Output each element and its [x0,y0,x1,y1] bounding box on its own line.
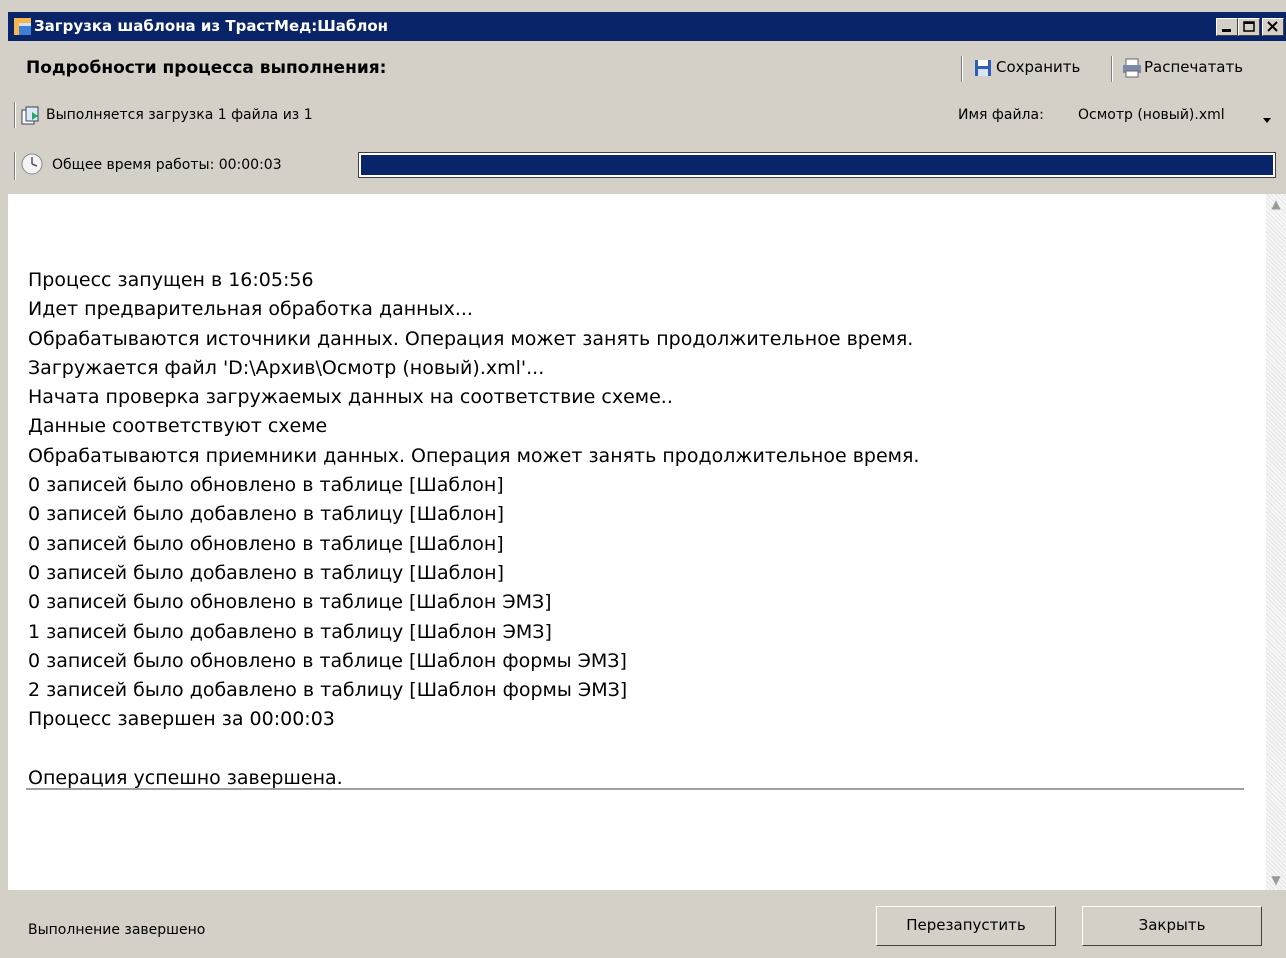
title-bar[interactable]: Загрузка шаблона из ТрастМед:Шаблон [8,12,1286,41]
clock-icon [20,152,44,180]
log-line: Процесс завершен за 00:00:03 [28,708,335,731]
progress-bar [358,152,1276,178]
close-window-button[interactable] [1262,18,1284,36]
elapsed-time-row: Общее время работы: 00:00:03 [8,146,1286,186]
floppy-disk-icon [974,59,992,81]
print-label: Распечатать [1144,58,1244,76]
row-grip [14,102,16,128]
header-toolbar: Подробности процесса выполнения: Сохрани… [8,48,1286,86]
elapsed-time-text: Общее время работы: 00:00:03 [52,157,282,173]
app-window-icon [14,18,31,35]
minimize-button[interactable] [1216,18,1238,36]
file-name-label: Имя файла: [958,107,1044,123]
log-line: 0 записей было обновлено в таблице [Шабл… [28,532,504,555]
progress-bar-fill [361,155,1273,175]
log-line: 2 записей было добавлено в таблицу [Шабл… [28,679,628,702]
maximize-icon [1243,21,1255,32]
log-line: Начата проверка загружаемых данных на со… [28,386,673,409]
restart-button[interactable]: Перезапустить [876,906,1056,946]
close-button[interactable]: Закрыть [1082,906,1262,946]
printer-icon [1122,58,1142,82]
loading-info-row: Выполняется загрузка 1 файла из 1 Имя фа… [8,100,1286,130]
log-divider [26,788,1244,790]
log-output-panel[interactable]: Процесс запущен в 16:05:56 Идет предварит… [8,194,1286,890]
maximize-button[interactable] [1238,18,1260,36]
log-line: 0 записей было добавлено в таблицу [Шабл… [28,561,505,584]
log-line: Процесс запущен в 16:05:56 [28,269,314,291]
log-line: Обрабатываются источники данных. Операци… [28,327,914,350]
chevron-down-icon[interactable] [1262,110,1272,129]
status-bar: Выполнение завершено Перезапустить Закры… [8,892,1286,958]
log-line: Данные соответствуют схеме [28,415,328,438]
loading-files-icon [20,104,42,130]
status-text: Выполнение завершено [28,922,206,938]
save-button[interactable]: Сохранить [974,55,1104,81]
window-title: Загрузка шаблона из ТрастМед:Шаблон [34,17,389,35]
log-line: 0 записей было добавлено в таблицу [Шабл… [28,503,505,526]
print-button[interactable]: Распечатать [1122,55,1272,81]
save-label: Сохранить [996,58,1081,76]
minimize-icon [1222,29,1231,32]
log-line: 0 записей было обновлено в таблице [Шабл… [28,591,552,614]
log-line: Идет предварительная обработка данных... [28,298,473,321]
log-line: 0 записей было обновлено в таблице [Шабл… [28,474,504,497]
log-line: Обрабатываются приемники данных. Операци… [28,444,920,467]
close-icon [1267,21,1278,32]
scroll-up-arrow-icon[interactable]: ▲ [1266,194,1286,214]
log-lines: Процесс запущен в 16:05:56 Идет предварит… [28,266,919,793]
scroll-down-arrow-icon[interactable]: ▼ [1266,870,1286,890]
dialog-window: Загрузка шаблона из ТрастМед:Шаблон Подр… [8,12,1286,958]
file-name-dropdown[interactable]: Осмотр (новый).xml [1078,107,1225,123]
log-line: Загружается файл 'D:\Архив\Осмотр (новый… [28,356,545,379]
toolbar-separator [1111,56,1113,82]
loading-status-text: Выполняется загрузка 1 файла из 1 [46,107,313,123]
log-line: 0 записей было обновлено в таблице [Шабл… [28,649,627,672]
vertical-scrollbar[interactable]: ▲ ▼ [1266,194,1286,890]
row-grip [14,152,16,180]
toolbar-separator [961,56,963,82]
details-title: Подробности процесса выполнения: [26,58,387,78]
log-line: 1 записей было добавлено в таблицу [Шабл… [28,620,552,643]
